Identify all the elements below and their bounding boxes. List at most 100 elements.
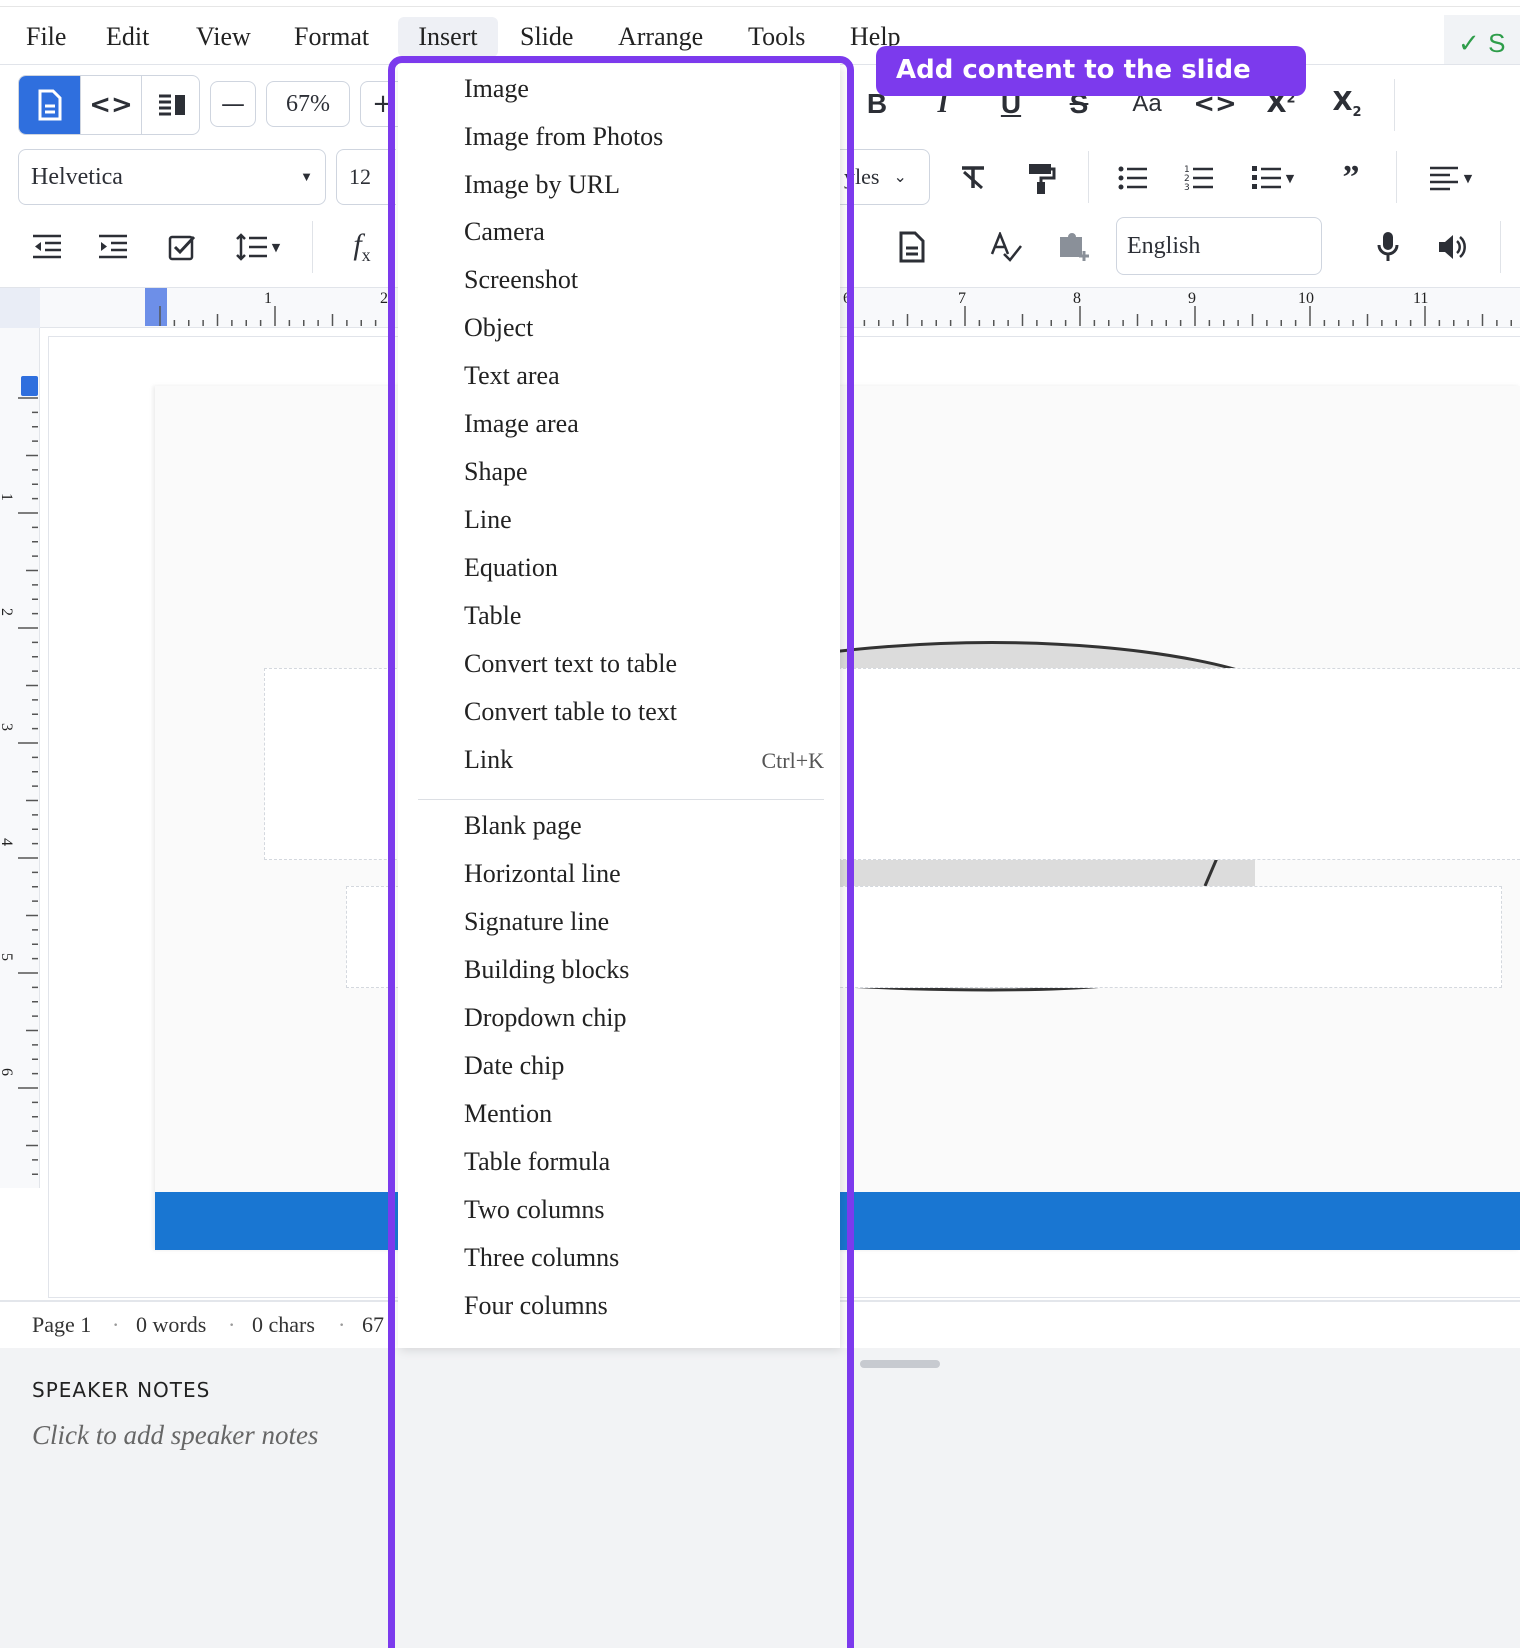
ruler-label: 1 [264, 290, 272, 307]
zoom-field[interactable]: 67% [266, 81, 350, 127]
menu-option-object[interactable]: Object [464, 313, 533, 343]
insert-menu-dropdown: Image Image from Photos Image by URL Cam… [398, 64, 840, 1348]
clear-formatting-button[interactable] [948, 153, 998, 203]
menu-option-text-area[interactable]: Text area [464, 361, 560, 391]
document-view-button[interactable] [19, 76, 80, 134]
menu-option-line[interactable]: Line [464, 505, 512, 535]
menu-option-image-area[interactable]: Image area [464, 409, 579, 439]
speaker-notes-input[interactable]: Click to add speaker notes [32, 1420, 318, 1451]
menu-option-equation[interactable]: Equation [464, 553, 558, 583]
menu-option-image-by-url[interactable]: Image by URL [464, 170, 620, 200]
code-view-button[interactable]: <> [80, 76, 141, 134]
menu-edit[interactable]: Edit [100, 17, 155, 57]
menu-option-two-columns[interactable]: Two columns [464, 1195, 604, 1225]
ruler-label: 9 [1188, 290, 1196, 307]
menu-option-shape[interactable]: Shape [464, 457, 528, 487]
plus-icon: + [372, 89, 394, 119]
menu-option-horizontal-line[interactable]: Horizontal line [464, 859, 621, 889]
ruler-label: 4 [0, 838, 15, 846]
ruler-label: 11 [1413, 290, 1429, 307]
indent-button[interactable] [88, 221, 140, 273]
menu-option-screenshot[interactable]: Screenshot [464, 265, 578, 295]
checklist-icon [1251, 166, 1281, 189]
numbered-list-button[interactable]: 123 [1174, 153, 1224, 203]
view-mode-group: <> [18, 75, 200, 135]
font-family-select[interactable]: Helvetica ▼ [18, 149, 326, 205]
menu-option-table[interactable]: Table [464, 601, 521, 631]
menu-file[interactable]: File [20, 17, 72, 57]
toolbar-divider [1394, 79, 1395, 131]
save-status[interactable]: ✓ S [1444, 15, 1520, 71]
format-painter-button[interactable] [1016, 153, 1066, 203]
outdent-icon [33, 234, 61, 259]
puzzle-add-icon [1060, 233, 1089, 261]
zoom-out-button[interactable]: — [210, 81, 256, 127]
menu-option-building-blocks[interactable]: Building blocks [464, 955, 629, 985]
menu-arrange[interactable]: Arrange [612, 17, 709, 57]
menu-option-table-formula[interactable]: Table formula [464, 1147, 610, 1177]
menu-option-convert-table-to-text[interactable]: Convert table to text [464, 697, 677, 727]
numbered-list-icon: 123 [1184, 165, 1213, 192]
menu-option-mention[interactable]: Mention [464, 1099, 552, 1129]
styles-select[interactable]: yles ⌄ [830, 149, 930, 205]
menu-option-image[interactable]: Image [464, 74, 529, 104]
language-field[interactable]: English [1116, 217, 1322, 275]
split-view-button[interactable] [141, 76, 199, 134]
read-aloud-button[interactable] [1424, 221, 1480, 273]
bullet-list-button[interactable] [1108, 153, 1158, 203]
quote-icon: ” [1342, 159, 1360, 196]
insert-function-button[interactable]: fx [334, 221, 390, 273]
font-size-value: 12 [349, 164, 371, 189]
separator-dot: · [228, 1312, 236, 1337]
caret-down-icon: ▼ [1463, 171, 1473, 185]
ruler-label: 6 [0, 1068, 15, 1076]
menu-tools[interactable]: Tools [742, 17, 811, 57]
zoom-value: 67% [286, 90, 330, 117]
page-setup-button[interactable] [884, 221, 940, 273]
voice-input-button[interactable] [1360, 221, 1416, 273]
menu-option-convert-text-to-table[interactable]: Convert text to table [464, 649, 677, 679]
menu-option-dropdown-chip[interactable]: Dropdown chip [464, 1003, 626, 1033]
ruler-label: 2 [0, 608, 15, 616]
menu-option-image-from-photos[interactable]: Image from Photos [464, 122, 663, 152]
bullet-list-icon [1118, 166, 1147, 190]
char-count: 0 chars [252, 1312, 315, 1337]
menu-slide[interactable]: Slide [514, 17, 579, 57]
ruler-label: 2 [380, 290, 388, 307]
line-spacing-icon [235, 233, 267, 261]
menu-option-date-chip[interactable]: Date chip [464, 1051, 564, 1081]
microphone-icon [1377, 232, 1399, 261]
menu-insert[interactable]: Insert [398, 17, 498, 57]
toolbar-divider [312, 221, 313, 273]
menu-view[interactable]: View [190, 17, 257, 57]
vertical-ruler[interactable]: 1 2 3 4 5 6 [0, 328, 40, 1188]
subscript-button[interactable]: X2 [1322, 79, 1372, 129]
blockquote-button[interactable]: ” [1326, 153, 1376, 203]
menu-option-four-columns[interactable]: Four columns [464, 1291, 608, 1321]
font-size-field[interactable]: 12 [336, 149, 396, 205]
scrollbar-thumb[interactable] [860, 1360, 940, 1368]
outdent-button[interactable] [22, 221, 74, 273]
menu-format[interactable]: Format [288, 17, 375, 57]
menu-option-camera[interactable]: Camera [464, 217, 545, 247]
caret-down-icon: ▼ [300, 169, 313, 184]
paint-roller-icon [1029, 164, 1056, 194]
ruler-label: 1 [0, 493, 15, 501]
minus-icon: — [221, 90, 245, 118]
menu-option-three-columns[interactable]: Three columns [464, 1243, 619, 1273]
menu-option-signature-line[interactable]: Signature line [464, 907, 609, 937]
menu-option-blank-page[interactable]: Blank page [464, 811, 582, 841]
line-spacing-button[interactable]: ▼ [224, 221, 292, 273]
ruler-label: 5 [0, 953, 15, 961]
ruler-label: 10 [1298, 290, 1314, 307]
toolbar-divider [1396, 151, 1397, 203]
menu-option-link[interactable]: Link [464, 745, 513, 775]
spellcheck-button[interactable] [978, 221, 1034, 273]
add-on-button[interactable] [1046, 221, 1102, 273]
checklist-button[interactable]: ▼ [1240, 153, 1306, 203]
align-select-button[interactable]: ▼ [1418, 153, 1484, 203]
document-icon [899, 231, 925, 263]
checkbox-button[interactable] [156, 221, 208, 273]
toolbar-divider [1088, 151, 1089, 203]
toolbar-divider [1500, 221, 1501, 273]
